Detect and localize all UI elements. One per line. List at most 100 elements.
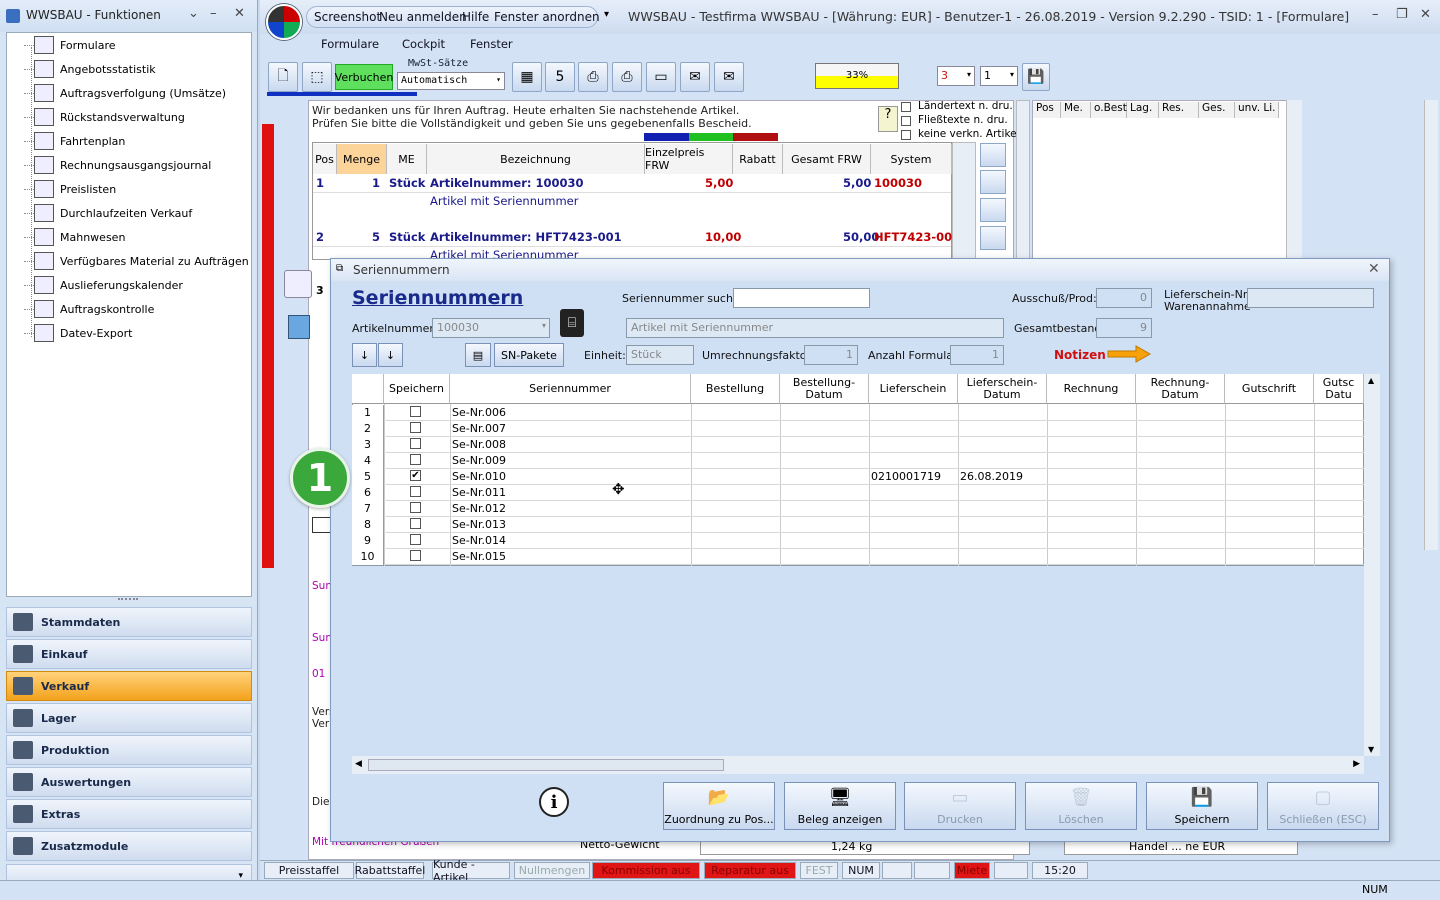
serial-row[interactable]: 2 Se-Nr.007 bbox=[352, 421, 1364, 437]
serial-column-header[interactable]: Bestellung bbox=[691, 374, 780, 404]
serial-row[interactable]: 8 Se-Nr.013 bbox=[352, 517, 1364, 533]
positions-column-header[interactable]: Pos bbox=[313, 144, 337, 174]
dialog-button-0[interactable]: 📂 Zuordnung zu Pos... bbox=[663, 782, 775, 830]
serial-column-header[interactable]: Seriennummer bbox=[450, 374, 691, 404]
checkbox[interactable] bbox=[410, 502, 421, 513]
checkbox[interactable] bbox=[410, 534, 421, 545]
close-icon[interactable]: ✕ bbox=[1368, 261, 1380, 277]
move-up-down-icon[interactable] bbox=[980, 143, 1006, 167]
menu-item[interactable]: Cockpit bbox=[402, 37, 445, 51]
quick-menu-dropdown-icon[interactable]: ▾ bbox=[604, 9, 609, 20]
function-item[interactable]: Fahrtenplan bbox=[34, 130, 125, 152]
restore-icon[interactable]: ❐ bbox=[1396, 7, 1408, 22]
nav-zusatzmodule[interactable]: Zusatzmodule bbox=[6, 831, 252, 861]
serial-row[interactable]: 10 Se-Nr.015 bbox=[352, 549, 1364, 565]
positions-scrollbar[interactable] bbox=[952, 142, 976, 260]
nav-stammdaten[interactable]: Stammdaten bbox=[6, 607, 252, 637]
stock-pane-splitter[interactable] bbox=[1016, 100, 1030, 260]
status-fest[interactable]: FEST bbox=[800, 862, 838, 879]
serial-row[interactable]: 5 ✔ Se-Nr.010 0210001719 26.08.2019 bbox=[352, 469, 1364, 485]
serial-row[interactable]: 6 Se-Nr.011 bbox=[352, 485, 1364, 501]
serial-row[interactable]: 7 Se-Nr.012 bbox=[352, 501, 1364, 517]
serial-column-header[interactable]: Rechnung- Datum bbox=[1136, 374, 1225, 404]
app-logo[interactable] bbox=[266, 4, 302, 40]
positions-column-header[interactable]: Menge bbox=[337, 144, 387, 174]
nav-produktion[interactable]: Produktion bbox=[6, 735, 252, 765]
horizontal-scroll-thumb[interactable] bbox=[368, 759, 724, 771]
main-scrollbar[interactable] bbox=[1424, 100, 1438, 550]
checkbox[interactable] bbox=[410, 406, 421, 417]
checkbox[interactable] bbox=[410, 438, 421, 449]
add-item-icon[interactable] bbox=[284, 270, 312, 298]
stock-column-header[interactable]: unv. Li. bbox=[1235, 102, 1279, 118]
function-item[interactable]: Auftragskontrolle bbox=[34, 298, 154, 320]
splitter-grip[interactable] bbox=[118, 598, 138, 602]
option-checkbox[interactable] bbox=[901, 130, 911, 140]
checkbox[interactable] bbox=[410, 486, 421, 497]
arrow-right-icon[interactable] bbox=[1106, 344, 1152, 364]
serial-row[interactable]: 3 Se-Nr.008 bbox=[352, 437, 1364, 453]
close-icon[interactable]: ✕ bbox=[234, 6, 245, 21]
document-new-icon[interactable]: 🗋 bbox=[268, 62, 298, 92]
stock-column-header[interactable]: Lag. bbox=[1127, 102, 1159, 118]
status-num[interactable]: NUM bbox=[842, 862, 880, 879]
function-item[interactable]: Angebotsstatistik bbox=[34, 58, 156, 80]
nav-extras[interactable]: Extras bbox=[6, 799, 252, 829]
status-rabattstaffel[interactable]: Rabattstaffel bbox=[355, 862, 425, 879]
save-icon[interactable]: 💾 bbox=[1022, 63, 1050, 91]
copies-select[interactable]: 3 ▾ bbox=[937, 66, 975, 86]
minimize-icon[interactable]: – bbox=[210, 6, 217, 21]
function-item[interactable]: Datev-Export bbox=[34, 322, 132, 344]
nav-lager[interactable]: Lager bbox=[6, 703, 252, 733]
help-key-icon[interactable]: ? bbox=[878, 106, 898, 132]
function-item[interactable]: Rechnungsausgangsjournal bbox=[34, 154, 211, 176]
quick-menu-item[interactable]: Fenster anordnen bbox=[494, 10, 600, 24]
status-preisstaffel[interactable]: Preisstaffel bbox=[264, 862, 354, 879]
positions-column-header[interactable]: Rabatt bbox=[733, 144, 783, 174]
serial-row[interactable]: 1 Se-Nr.006 bbox=[352, 405, 1364, 421]
scroll-down-icon[interactable]: ▼ bbox=[1368, 745, 1374, 754]
serial-row[interactable]: 4 Se-Nr.009 bbox=[352, 453, 1364, 469]
checkbox[interactable] bbox=[410, 550, 421, 561]
positions-column-header[interactable]: ME bbox=[387, 144, 427, 174]
mwst-select[interactable]: Automatisch ▾ bbox=[397, 72, 505, 90]
positions-column-header[interactable]: System bbox=[871, 144, 952, 174]
menu-item[interactable]: Formulare bbox=[321, 37, 379, 51]
status-15-20[interactable]: 15:20 bbox=[1032, 862, 1088, 879]
split-row-icon[interactable] bbox=[980, 198, 1006, 222]
function-item[interactable]: Auslieferungskalender bbox=[34, 274, 183, 296]
serial-column-header[interactable]: Speichern bbox=[384, 374, 450, 404]
serial-column-header[interactable]: Rechnung bbox=[1047, 374, 1136, 404]
sort-ascending-icon[interactable]: ↓ bbox=[352, 343, 377, 367]
checkbox[interactable] bbox=[410, 518, 421, 529]
insert-row-icon[interactable] bbox=[980, 170, 1006, 194]
function-item[interactable]: Auftragsverfolgung (Umsätze) bbox=[34, 82, 226, 104]
stock-column-header[interactable]: Me. bbox=[1061, 102, 1091, 118]
function-item[interactable]: Formulare bbox=[34, 34, 116, 56]
calendar-icon[interactable]: 5 bbox=[545, 62, 575, 92]
checkbox-checked[interactable]: ✔ bbox=[410, 470, 421, 481]
positions-column-header[interactable]: Bezeichnung bbox=[427, 144, 645, 174]
verbuchen-button[interactable]: Verbuchen bbox=[335, 64, 393, 90]
serial-column-header[interactable]: Gutschrift bbox=[1225, 374, 1314, 404]
nav-verkauf[interactable]: Verkauf bbox=[6, 671, 252, 701]
status-miete[interactable]: Miete bbox=[954, 862, 990, 879]
checklist-icon[interactable] bbox=[882, 862, 912, 879]
stock-column-header[interactable]: Ges. bbox=[1199, 102, 1235, 118]
transfer-icon[interactable] bbox=[914, 862, 950, 879]
option-checkbox[interactable] bbox=[901, 116, 911, 126]
quick-menu-item[interactable]: Hilfe bbox=[462, 10, 489, 24]
serial-column-header[interactable]: Gutsc Datu bbox=[1314, 374, 1364, 404]
dialog-button-2[interactable]: ▭ Drucken bbox=[904, 782, 1016, 830]
status-nullmengen[interactable]: Nullmengen bbox=[514, 862, 590, 879]
quick-menu-item[interactable]: Neu anmelden bbox=[379, 10, 467, 24]
nav-einkauf[interactable]: Einkauf bbox=[6, 639, 252, 669]
scroll-up-icon[interactable]: ▲ bbox=[1368, 376, 1374, 385]
option-checkbox[interactable] bbox=[901, 102, 911, 112]
stock-column-header[interactable]: Res. bbox=[1159, 102, 1199, 118]
status-kunde-artikel[interactable]: Kunde - Artikel bbox=[432, 858, 510, 884]
stock-column-header[interactable]: o.Best bbox=[1091, 102, 1127, 118]
page-select[interactable]: 1 ▾ bbox=[980, 66, 1018, 86]
minimize-icon[interactable]: – bbox=[1372, 7, 1379, 22]
package-icon[interactable]: ⬚ bbox=[302, 62, 332, 92]
